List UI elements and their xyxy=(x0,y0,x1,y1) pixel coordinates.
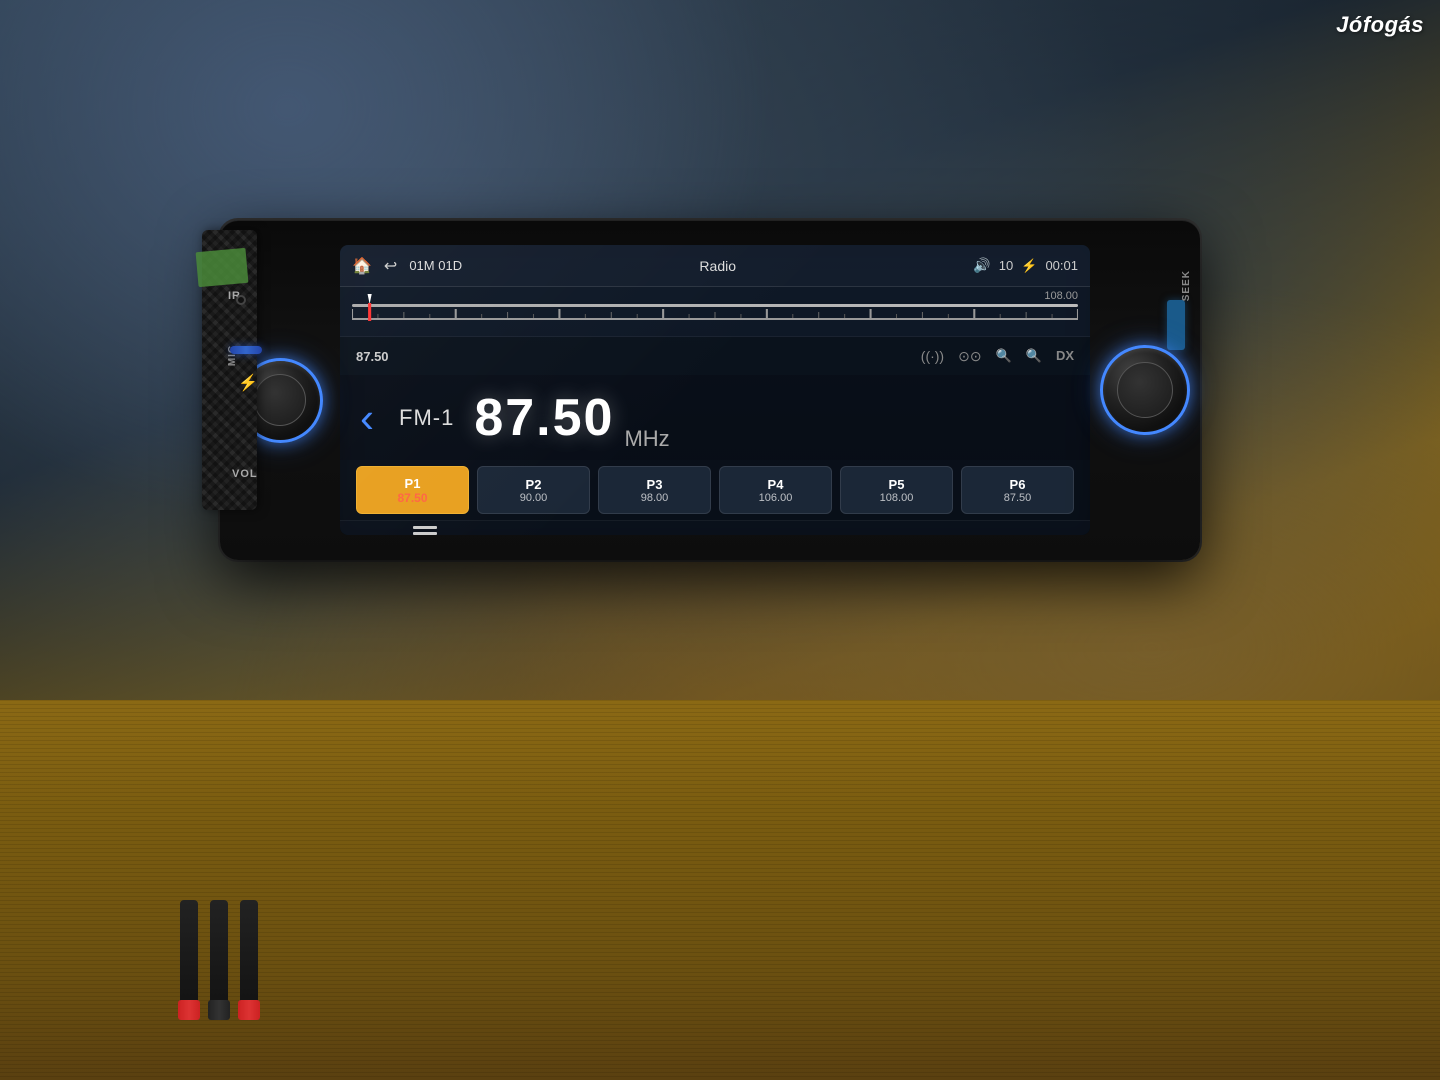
station-name: FM-1 xyxy=(399,405,454,431)
preset-p2-freq: 90.00 xyxy=(520,492,548,504)
preset-p1-freq: 87.50 xyxy=(397,491,427,505)
cardboard-surface xyxy=(0,700,1440,1080)
back-icon[interactable]: ↩ xyxy=(384,256,397,276)
lightning-icon: ⚡ xyxy=(238,373,258,393)
radio-unit: IR ⚡ MIC VOL 🏠 ↩ 01M 01D Radio 🔊 10 ⚡ 00… xyxy=(220,220,1200,560)
stereo-icon[interactable]: ((·)) xyxy=(921,348,944,365)
freq-scale-bar xyxy=(352,304,1078,307)
top-bar: 🏠 ↩ 01M 01D Radio 🔊 10 ⚡ 00:01 xyxy=(340,245,1090,287)
preset-p6[interactable]: P6 87.50 xyxy=(961,466,1074,514)
tune-left-arrow[interactable]: ‹ xyxy=(360,394,374,442)
green-tape xyxy=(196,248,249,287)
usb-led-button[interactable] xyxy=(230,346,262,354)
freq-scale: 108.00 xyxy=(352,295,1078,315)
search-minus-icon[interactable]: 🔍 xyxy=(996,348,1012,365)
bottom-controls: FMAMBand Scan Introduce xyxy=(340,520,1090,535)
cable-1 xyxy=(180,900,198,1020)
volume-icon: 🔊 xyxy=(973,257,990,274)
preset-p4-freq: 106.00 xyxy=(759,492,793,504)
preset-p1[interactable]: P1 87.50 xyxy=(356,466,469,514)
cable-2 xyxy=(210,900,228,1020)
right-panel: SEEK xyxy=(1090,220,1200,560)
frequency-bar[interactable]: 108.00 xyxy=(340,287,1090,337)
radio-screen[interactable]: 🏠 ↩ 01M 01D Radio 🔊 10 ⚡ 00:01 xyxy=(340,245,1090,535)
freq-end-label: 108.00 xyxy=(1044,290,1078,302)
preset-p5-freq: 108.00 xyxy=(880,492,914,504)
ir-sensor xyxy=(236,295,246,305)
main-frequency: 87.50 xyxy=(474,388,614,448)
preset-p4-label: P4 xyxy=(768,477,784,492)
preset-p3-label: P3 xyxy=(647,477,663,492)
seek-label: SEEK xyxy=(1181,270,1192,301)
preset-p5[interactable]: P5 108.00 xyxy=(840,466,953,514)
screen-title: Radio xyxy=(474,258,961,274)
cable-tip-3 xyxy=(238,1000,260,1020)
tuning-knob[interactable] xyxy=(1100,345,1190,435)
preset-p6-freq: 87.50 xyxy=(1004,492,1032,504)
preset-p4[interactable]: P4 106.00 xyxy=(719,466,832,514)
band-button[interactable]: FMAMBand xyxy=(352,523,497,536)
main-freq-display: ‹ FM-1 87.50 MHz xyxy=(340,375,1090,460)
repeat-icon[interactable]: ⊙⊙ xyxy=(958,348,981,365)
top-bar-right: 🔊 10 ⚡ 00:01 xyxy=(973,257,1078,274)
preset-p3-freq: 98.00 xyxy=(641,492,669,504)
preset-p1-label: P1 xyxy=(405,476,421,491)
mhz-unit: MHz xyxy=(624,426,669,452)
left-panel: IR ⚡ MIC VOL xyxy=(220,220,340,560)
home-icon[interactable]: 🏠 xyxy=(352,256,372,276)
freq-display-small: 87.50 xyxy=(356,349,389,364)
presets-row: P1 87.50 P2 90.00 P3 98.00 P4 106.00 P5 … xyxy=(340,460,1090,520)
sub-controls: 87.50 ((·)) ⊙⊙ 🔍 🔍 DX xyxy=(340,337,1090,375)
brand-logo: Jófogás xyxy=(1336,12,1424,38)
preset-p2[interactable]: P2 90.00 xyxy=(477,466,590,514)
time-display: 00:01 xyxy=(1045,258,1078,273)
cable-tip-1 xyxy=(178,1000,200,1020)
search-plus-icon[interactable]: 🔍 xyxy=(1026,348,1042,365)
sub-icons: ((·)) ⊙⊙ 🔍 🔍 DX xyxy=(921,348,1074,365)
preset-p3[interactable]: P3 98.00 xyxy=(598,466,711,514)
volume-level: 10 xyxy=(999,258,1013,273)
cable-tip-2 xyxy=(208,1000,230,1020)
date-display: 01M 01D xyxy=(409,258,462,273)
preset-p2-label: P2 xyxy=(526,477,542,492)
band-icon xyxy=(411,523,439,536)
preset-p5-label: P5 xyxy=(889,477,905,492)
bluetooth-icon: ⚡ xyxy=(1021,258,1037,274)
preset-p6-label: P6 xyxy=(1010,477,1026,492)
cable-3 xyxy=(240,900,258,1020)
dx-label[interactable]: DX xyxy=(1056,348,1074,365)
vol-label: VOL xyxy=(232,468,258,480)
cables-area xyxy=(180,900,258,1020)
usb-port[interactable] xyxy=(1167,300,1185,350)
